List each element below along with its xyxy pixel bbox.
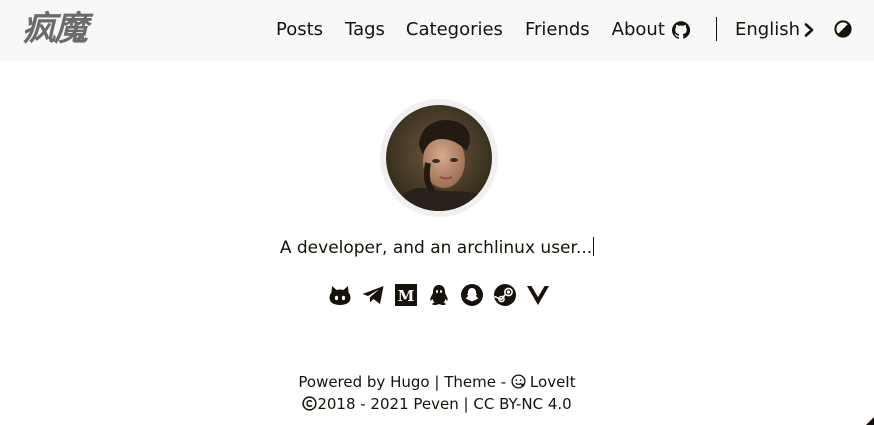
theme-separator: | Theme - bbox=[434, 373, 507, 391]
vuejs-icon[interactable] bbox=[524, 282, 552, 308]
theme-link[interactable]: LoveIt bbox=[511, 373, 576, 391]
github-icon[interactable] bbox=[672, 21, 691, 39]
menu-item-about[interactable]: About bbox=[612, 17, 665, 43]
language-label: English bbox=[735, 19, 800, 40]
qq-icon[interactable] bbox=[425, 282, 453, 308]
author-link[interactable]: Peven bbox=[413, 395, 458, 413]
menu-divider bbox=[716, 17, 717, 41]
footer-powered-line: Powered by Hugo | Theme - LoveIt bbox=[0, 371, 874, 393]
menu-item-tags[interactable]: Tags bbox=[345, 17, 385, 43]
menu-item-friends[interactable]: Friends bbox=[525, 17, 590, 43]
avatar[interactable] bbox=[380, 99, 498, 217]
avatar-image bbox=[386, 105, 492, 211]
theme-switch-icon[interactable] bbox=[834, 20, 852, 38]
resize-grip-icon[interactable] bbox=[866, 417, 874, 425]
loveit-icon bbox=[511, 374, 526, 389]
license-link[interactable]: CC BY-NC 4.0 bbox=[473, 395, 571, 413]
social-links: M bbox=[326, 282, 557, 308]
copyright-years: 2018 - 2021 bbox=[317, 395, 409, 413]
site-logo[interactable]: 疯魔 bbox=[22, 8, 102, 50]
license-separator: | bbox=[463, 395, 469, 413]
telegram-icon[interactable] bbox=[359, 282, 387, 308]
github-icon[interactable] bbox=[326, 282, 354, 308]
menu-item-categories[interactable]: Categories bbox=[406, 17, 503, 43]
hugo-link[interactable]: Hugo bbox=[390, 373, 430, 391]
steam-icon[interactable] bbox=[491, 282, 519, 308]
home-subtitle: A developer, and an archlinux user... bbox=[0, 236, 874, 260]
menu-item-posts[interactable]: Posts bbox=[276, 17, 323, 43]
typing-cursor bbox=[593, 237, 595, 256]
chevron-right-icon bbox=[804, 23, 814, 37]
theme-link-label: LoveIt bbox=[529, 373, 576, 391]
site-logo-text: 疯魔 bbox=[22, 9, 88, 49]
language-switcher[interactable]: English bbox=[735, 17, 815, 43]
subtitle-text: A developer, and an archlinux user... bbox=[279, 238, 593, 258]
site-header: 疯魔 Posts Tags Categories Friends About E… bbox=[0, 0, 874, 61]
footer-copyright-line: 2018 - 2021 Peven | CC BY-NC 4.0 bbox=[0, 393, 874, 415]
site-footer: Powered by Hugo | Theme - LoveIt 2018 - … bbox=[0, 371, 874, 415]
medium-icon[interactable]: M bbox=[392, 282, 420, 308]
powered-by-label: Powered by bbox=[298, 373, 386, 391]
copyright-icon bbox=[302, 396, 317, 411]
snapchat-icon[interactable] bbox=[458, 282, 486, 308]
svg-text:M: M bbox=[398, 287, 415, 305]
main-menu: Posts Tags Categories Friends About bbox=[276, 17, 687, 43]
